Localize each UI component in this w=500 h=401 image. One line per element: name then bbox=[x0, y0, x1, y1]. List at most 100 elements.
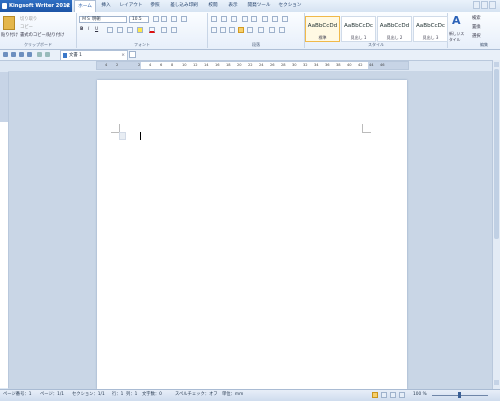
sort-icon[interactable] bbox=[272, 16, 278, 22]
redo-icon[interactable] bbox=[45, 52, 50, 57]
underline-icon[interactable]: U bbox=[95, 27, 98, 32]
italic-icon[interactable]: I bbox=[88, 27, 89, 32]
close-tab-icon[interactable]: × bbox=[121, 51, 125, 60]
scrollbar-thumb[interactable] bbox=[494, 69, 499, 239]
cut-button[interactable]: 切り取り bbox=[20, 16, 37, 22]
font-group: ＭＳ 明朝 10.5 B I U フォント bbox=[77, 13, 208, 48]
close-icon[interactable] bbox=[489, 1, 496, 9]
print-layout-icon[interactable] bbox=[372, 392, 378, 398]
multilevel-list-icon[interactable] bbox=[231, 16, 237, 22]
tab-developer[interactable]: 開発ツール bbox=[244, 0, 274, 12]
style-normal[interactable]: AaBbCcDd 標準 bbox=[305, 16, 340, 42]
tab-mailings[interactable]: 差し込み印刷 bbox=[166, 0, 202, 12]
tab-section[interactable]: セクション bbox=[276, 0, 304, 12]
status-spellcheck[interactable]: スペルチェック：オフ bbox=[175, 390, 218, 400]
paste-button[interactable]: 貼り付け bbox=[1, 32, 18, 38]
web-layout-icon[interactable] bbox=[390, 392, 396, 398]
ruler-margin-top bbox=[0, 72, 8, 122]
full-screen-icon[interactable] bbox=[381, 392, 387, 398]
font-size-select[interactable]: 10.5 bbox=[129, 16, 149, 23]
status-pages: ページ：1/1 bbox=[40, 392, 65, 397]
copy-button[interactable]: コピー bbox=[20, 24, 33, 30]
ruler-number: 20 bbox=[237, 63, 242, 67]
find-button[interactable]: 検索 bbox=[472, 15, 481, 21]
tab-review[interactable]: 校閲 bbox=[204, 0, 222, 12]
clipboard-group: 貼り付け 切り取り コピー 書式のコピー/貼り付け クリップボード bbox=[0, 13, 77, 48]
horizontal-ruler[interactable]: 4 2 2 4 6 8 10 12 14 16 18 20 22 24 26 28 30 32 34 36 38 40 42… bbox=[96, 61, 409, 70]
bold-icon[interactable]: B bbox=[80, 27, 83, 32]
strikethrough-icon[interactable] bbox=[107, 27, 113, 33]
font-name-select[interactable]: ＭＳ 明朝 bbox=[79, 16, 127, 23]
tab-insert[interactable]: 挿入 bbox=[96, 0, 116, 12]
bullets-icon[interactable] bbox=[211, 16, 217, 22]
decrease-indent-icon[interactable] bbox=[242, 16, 248, 22]
outline-view-icon[interactable] bbox=[399, 392, 405, 398]
align-left-icon[interactable] bbox=[211, 27, 217, 33]
highlight-icon[interactable] bbox=[137, 27, 143, 33]
save-icon[interactable] bbox=[11, 52, 16, 57]
scroll-down-icon[interactable] bbox=[494, 380, 499, 385]
vertical-ruler[interactable] bbox=[0, 72, 9, 388]
tab-view[interactable]: 表示 bbox=[224, 0, 242, 12]
numbering-icon[interactable] bbox=[221, 16, 227, 22]
shading-icon[interactable] bbox=[269, 27, 275, 33]
tab-layout[interactable]: レイアウト bbox=[118, 0, 144, 12]
ruler-number: 14 bbox=[204, 63, 209, 67]
new-tab-icon[interactable] bbox=[129, 51, 136, 58]
new-document-icon[interactable] bbox=[3, 52, 8, 57]
ruler-number: 12 bbox=[193, 63, 198, 67]
replace-button[interactable]: 置換 bbox=[472, 24, 481, 30]
ruler-number: 40 bbox=[347, 63, 352, 67]
font-color-icon[interactable] bbox=[149, 27, 155, 33]
kingsoft-logo-icon bbox=[2, 3, 7, 9]
app-menu-button[interactable]: Kingsoft Writer 2012 ▼ bbox=[0, 0, 72, 12]
tab-references[interactable]: 参照 bbox=[146, 0, 164, 12]
style-heading-2[interactable]: AaBbCcDd 見出し 2 bbox=[377, 16, 412, 42]
align-center-icon[interactable] bbox=[220, 27, 226, 33]
font-group-label: フォント bbox=[134, 42, 150, 47]
ruler-number: 24 bbox=[259, 63, 264, 67]
scroll-up-icon[interactable] bbox=[494, 62, 499, 67]
char-border-icon[interactable] bbox=[171, 27, 177, 33]
shrink-font-icon[interactable] bbox=[161, 16, 167, 22]
clipboard-group-label: クリップボード bbox=[24, 42, 52, 47]
subscript-icon[interactable] bbox=[127, 27, 133, 33]
restore-icon[interactable] bbox=[481, 1, 488, 9]
chevron-down-icon: ▼ bbox=[65, 3, 69, 8]
superscript-icon[interactable] bbox=[117, 27, 123, 33]
zoom-value[interactable]: 100 % bbox=[413, 390, 427, 400]
minimize-icon[interactable] bbox=[473, 1, 480, 9]
style-heading-1[interactable]: AaBbCcDc 見出し 1 bbox=[341, 16, 376, 42]
line-spacing-icon[interactable] bbox=[258, 27, 264, 33]
vertical-scrollbar[interactable] bbox=[492, 60, 500, 389]
new-style-button[interactable]: A 新しいスタイル bbox=[448, 14, 466, 48]
distribute-icon[interactable] bbox=[247, 27, 253, 33]
align-right-icon[interactable] bbox=[229, 27, 235, 33]
text-direction-icon[interactable] bbox=[262, 16, 268, 22]
styles-group-label: スタイル bbox=[368, 42, 384, 47]
document-tab[interactable]: 文書 1 × bbox=[60, 50, 128, 60]
paste-icon[interactable] bbox=[3, 16, 15, 30]
zoom-slider-thumb[interactable] bbox=[458, 392, 461, 398]
ribbon: 貼り付け 切り取り コピー 書式のコピー/貼り付け クリップボード ＭＳ 明朝 … bbox=[0, 12, 500, 50]
show-marks-icon[interactable] bbox=[282, 16, 288, 22]
align-justify-icon[interactable] bbox=[238, 27, 244, 33]
borders-icon[interactable] bbox=[279, 27, 285, 33]
document-page[interactable] bbox=[97, 80, 407, 389]
format-painter-button[interactable]: 書式のコピー/貼り付け bbox=[20, 32, 64, 38]
clear-format-icon[interactable] bbox=[171, 16, 177, 22]
grow-font-icon[interactable] bbox=[153, 16, 159, 22]
ruler-number: 4 bbox=[149, 63, 152, 67]
undo-icon[interactable] bbox=[37, 52, 42, 57]
style-preview: AaBbCcDc bbox=[415, 23, 445, 29]
print-preview-icon[interactable] bbox=[27, 52, 32, 57]
phonetic-icon[interactable] bbox=[181, 16, 187, 22]
char-shading-icon[interactable] bbox=[161, 27, 167, 33]
paragraph-group-label: 段落 bbox=[252, 42, 260, 47]
ruler-number: 22 bbox=[248, 63, 253, 67]
increase-indent-icon[interactable] bbox=[251, 16, 257, 22]
style-heading-3[interactable]: AaBbCcDc 見出し 3 bbox=[413, 16, 448, 42]
print-icon[interactable] bbox=[19, 52, 24, 57]
ruler-number: 8 bbox=[171, 63, 174, 67]
select-button[interactable]: 選択 bbox=[472, 33, 481, 39]
